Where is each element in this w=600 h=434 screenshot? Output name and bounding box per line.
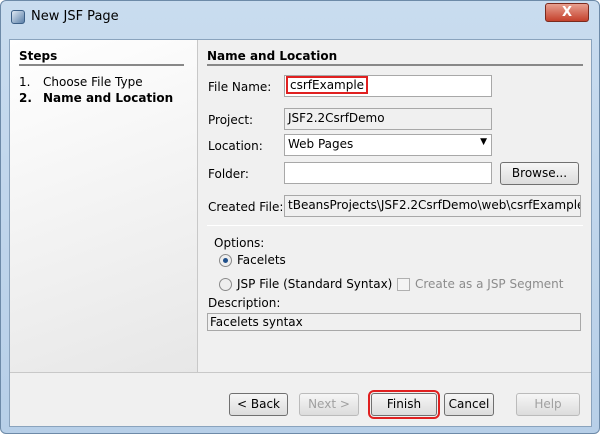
project-label: Project: xyxy=(208,113,254,127)
divider xyxy=(207,225,583,226)
location-select[interactable]: Web Pages ▼ xyxy=(284,134,492,156)
project-field: JSF2.2CsrfDemo xyxy=(284,108,492,130)
chevron-down-icon: ▼ xyxy=(480,137,487,147)
steps-panel: Steps 1. Choose File Type 2. Name and Loca… xyxy=(10,40,198,372)
folder-input[interactable] xyxy=(284,162,492,184)
file-name-input[interactable]: csrfExample xyxy=(284,75,492,97)
panel-heading: Name and Location xyxy=(207,49,583,66)
facelets-radio[interactable] xyxy=(219,254,232,267)
step-number: 2. xyxy=(19,91,32,105)
location-label: Location: xyxy=(208,139,263,153)
step-name-and-location: 2. Name and Location xyxy=(19,91,173,105)
window-title: New JSF Page xyxy=(31,9,119,24)
browse-button[interactable]: Browse... xyxy=(500,162,579,185)
button-bar: < Back Next > Finish Cancel Help xyxy=(10,372,591,426)
options-label: Options: xyxy=(214,236,265,250)
step-choose-file-type: 1. Choose File Type xyxy=(19,75,143,89)
next-button[interactable]: Next > xyxy=(299,393,359,416)
cancel-button[interactable]: Cancel xyxy=(444,393,494,416)
name-location-panel: Name and Location File Name: csrfExample… xyxy=(199,40,591,372)
jsp-file-radio[interactable] xyxy=(219,278,232,291)
folder-label: Folder: xyxy=(208,167,249,181)
help-button[interactable]: Help xyxy=(516,393,580,416)
finish-button[interactable]: Finish xyxy=(368,390,440,419)
location-value: Web Pages xyxy=(288,137,354,151)
facelets-label[interactable]: Facelets xyxy=(237,253,286,267)
file-name-value: csrfExample xyxy=(285,76,369,94)
created-file-field: tBeansProjects\JSF2.2CsrfDemo\web\csrfEx… xyxy=(284,195,581,217)
description-label: Description: xyxy=(208,296,281,310)
step-label: Choose File Type xyxy=(43,75,143,89)
dialog-window: New JSF Page X Steps 1. Choose File Type … xyxy=(0,0,600,434)
jsp-segment-checkbox[interactable] xyxy=(397,278,410,291)
jsp-segment-label: Create as a JSP Segment xyxy=(415,277,564,291)
created-file-label: Created File: xyxy=(208,200,284,214)
step-label: Name and Location xyxy=(43,91,174,105)
title-bar: New JSF Page xyxy=(11,9,119,24)
dialog-content: Steps 1. Choose File Type 2. Name and Loca… xyxy=(9,39,592,427)
step-number: 1. xyxy=(19,75,31,89)
description-field: Facelets syntax xyxy=(207,313,581,331)
file-name-label: File Name: xyxy=(208,80,272,94)
netbeans-cube-icon xyxy=(11,9,25,24)
steps-heading: Steps xyxy=(19,49,184,66)
close-button[interactable]: X xyxy=(545,3,589,22)
jsp-file-label[interactable]: JSP File (Standard Syntax) xyxy=(237,277,392,291)
back-button[interactable]: < Back xyxy=(229,393,288,416)
